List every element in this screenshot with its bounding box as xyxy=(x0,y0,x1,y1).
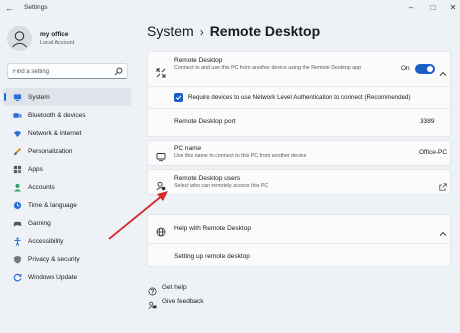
page-title: Remote Desktop xyxy=(209,23,321,39)
help-link[interactable]: Setting up remote desktop xyxy=(174,253,250,260)
window-title: Settings xyxy=(24,4,48,11)
minimize-icon[interactable]: – xyxy=(405,2,417,14)
help-title[interactable]: Help with Remote Desktop xyxy=(174,225,251,232)
checkmark-icon xyxy=(175,95,182,101)
sidebar-item-label: Accounts xyxy=(28,183,55,191)
nla-checkbox[interactable] xyxy=(174,93,183,102)
accounts-icon xyxy=(13,183,22,192)
remote-desktop-toggle[interactable] xyxy=(415,64,435,74)
get-help-icon xyxy=(148,283,157,296)
user-profile[interactable]: my office Local Account xyxy=(7,26,127,52)
sidebar-item-accounts[interactable]: Accounts xyxy=(3,178,131,196)
toggle-state-label: On xyxy=(401,65,410,72)
nla-label: Require devices to use Network Level Aut… xyxy=(188,94,411,101)
remote-desktop-icon xyxy=(156,65,166,78)
pc-name-title: PC name xyxy=(174,145,202,152)
search-input[interactable] xyxy=(13,67,113,76)
search-icon[interactable] xyxy=(114,67,123,76)
feedback-icon xyxy=(148,297,157,309)
globe-icon xyxy=(156,224,166,237)
person-icon xyxy=(12,31,27,48)
network-icon xyxy=(13,129,22,138)
sidebar-item-system[interactable]: System xyxy=(3,88,131,106)
sidebar-item-label: Gaming xyxy=(28,219,51,227)
back-arrow-icon[interactable]: ← xyxy=(5,3,15,13)
brush-icon xyxy=(13,147,22,156)
remote-desktop-title: Remote Desktop xyxy=(174,57,223,64)
sidebar-item-label: Windows Update xyxy=(28,273,78,281)
open-external-icon[interactable] xyxy=(439,178,447,191)
profile-account-type: Local Account xyxy=(40,40,75,46)
divider xyxy=(148,86,450,87)
remote-desktop-card: Remote Desktop Connect to and use this P… xyxy=(147,51,451,137)
apps-icon xyxy=(13,165,22,174)
divider xyxy=(148,243,450,244)
pc-name-description: Use this name to connect to this PC from… xyxy=(174,153,307,159)
close-icon[interactable]: ✕ xyxy=(447,2,459,14)
sidebar-item-label: Privacy & security xyxy=(28,255,80,263)
sidebar-item-label: System xyxy=(28,93,50,101)
pc-name-card: PC name Use this name to connect to this… xyxy=(147,140,451,166)
sidebar-item-label: Personalization xyxy=(28,147,73,155)
remote-desktop-users-title: Remote Desktop users xyxy=(174,175,241,182)
port-label: Remote Desktop port xyxy=(174,118,236,125)
sidebar-item-privacy-security[interactable]: Privacy & security xyxy=(3,250,131,268)
sidebar-item-label: Network & internet xyxy=(28,129,82,137)
remote-desktop-description: Connect to and use this PC from another … xyxy=(174,65,361,71)
sidebar-item-label: Time & language xyxy=(28,201,77,209)
help-card: Help with Remote Desktop Setting up remo… xyxy=(147,214,451,267)
remote-desktop-users-description: Select who can remotely access this PC xyxy=(174,183,269,189)
sidebar-item-accessibility[interactable]: Accessibility xyxy=(3,232,131,250)
remote-desktop-users-card[interactable]: Remote Desktop users Select who can remo… xyxy=(147,169,451,195)
profile-name: my office xyxy=(40,31,69,38)
sidebar-nav: System Bluetooth & devices Network & int… xyxy=(3,88,131,286)
search-box[interactable] xyxy=(7,63,128,79)
breadcrumb: System › Remote Desktop xyxy=(147,23,320,39)
bluetooth-icon xyxy=(13,111,22,120)
sidebar-item-windows-update[interactable]: Windows Update xyxy=(3,268,131,286)
toggle-knob xyxy=(427,66,433,72)
breadcrumb-parent[interactable]: System xyxy=(147,23,194,39)
give-feedback-link[interactable]: Give feedback xyxy=(162,298,204,305)
sidebar-item-label: Bluetooth & devices xyxy=(28,111,86,119)
chevron-up-icon[interactable] xyxy=(439,225,447,236)
shield-icon xyxy=(13,255,22,264)
users-icon xyxy=(156,178,166,191)
time-language-icon xyxy=(13,201,22,210)
sidebar-item-label: Accessibility xyxy=(28,237,64,245)
sidebar-item-personalization[interactable]: Personalization xyxy=(3,142,131,160)
sidebar-item-bluetooth[interactable]: Bluetooth & devices xyxy=(3,106,131,124)
maximize-icon[interactable]: □ xyxy=(427,2,439,14)
pc-icon xyxy=(156,149,166,162)
accessibility-icon xyxy=(13,237,22,246)
breadcrumb-separator: › xyxy=(199,25,204,39)
sidebar-item-apps[interactable]: Apps xyxy=(3,160,131,178)
gaming-icon xyxy=(13,219,22,228)
sidebar-item-network[interactable]: Network & internet xyxy=(3,124,131,142)
avatar xyxy=(7,26,32,51)
chevron-up-icon[interactable] xyxy=(439,65,447,76)
system-icon xyxy=(13,93,22,102)
title-bar: ← Settings – □ ✕ xyxy=(0,0,460,16)
sidebar-item-time-language[interactable]: Time & language xyxy=(3,196,131,214)
get-help-link[interactable]: Get help xyxy=(162,284,187,291)
port-value: 3389 xyxy=(420,118,435,125)
sidebar-item-gaming[interactable]: Gaming xyxy=(3,214,131,232)
windows-update-icon xyxy=(13,273,22,282)
pc-name-value: Office-PC xyxy=(419,149,448,156)
sidebar-item-label: Apps xyxy=(28,165,43,173)
divider xyxy=(148,108,450,109)
